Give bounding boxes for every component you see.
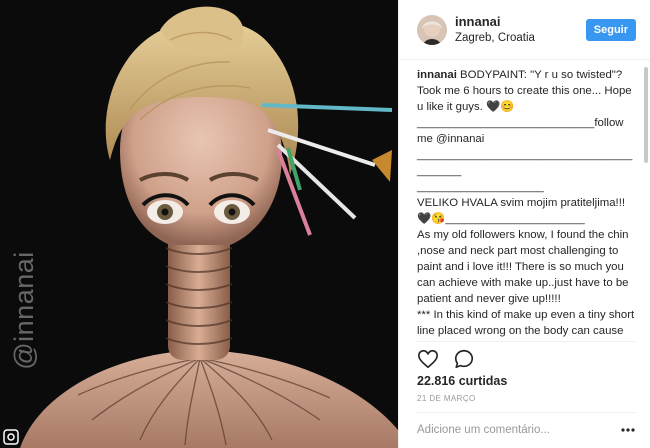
caption-scrollbar[interactable] [643, 65, 648, 337]
post-actions [417, 341, 636, 371]
post-date: 21 DE MARÇO [417, 394, 476, 403]
post-header: innanai Zagreb, Croatia Seguir [399, 0, 650, 60]
avatar[interactable] [417, 14, 447, 45]
photo-watermark: @innanai [8, 250, 39, 370]
author-username[interactable]: innanai [455, 14, 586, 30]
post-side-panel: innanai Zagreb, Croatia Seguir innanai B… [398, 0, 650, 448]
caption-text: BODYPAINT: "Y r u so twisted"? Took me 6… [417, 69, 635, 337]
comment-icon[interactable] [453, 348, 475, 370]
comment-input[interactable] [417, 423, 620, 436]
caption-section: innanai BODYPAINT: "Y r u so twisted"? T… [399, 61, 650, 341]
like-count[interactable]: 22.816 curtidas [417, 374, 507, 388]
bodypaint-illustration [3, 6, 398, 448]
avatar-image [417, 14, 447, 45]
follow-button[interactable]: Seguir [585, 18, 636, 41]
post-caption: innanai BODYPAINT: "Y r u so twisted"? T… [417, 67, 637, 341]
post-location[interactable]: Zagreb, Croatia [455, 30, 586, 46]
heart-icon[interactable] [417, 348, 439, 370]
post-author: innanai Zagreb, Croatia [455, 14, 586, 46]
post-photo[interactable]: @innanai [0, 0, 398, 448]
scrollbar-thumb[interactable] [644, 67, 648, 163]
comment-box [417, 412, 636, 446]
more-options-icon[interactable] [620, 422, 636, 438]
caption-username[interactable]: innanai [417, 69, 457, 81]
instagram-logo-icon [3, 429, 19, 445]
